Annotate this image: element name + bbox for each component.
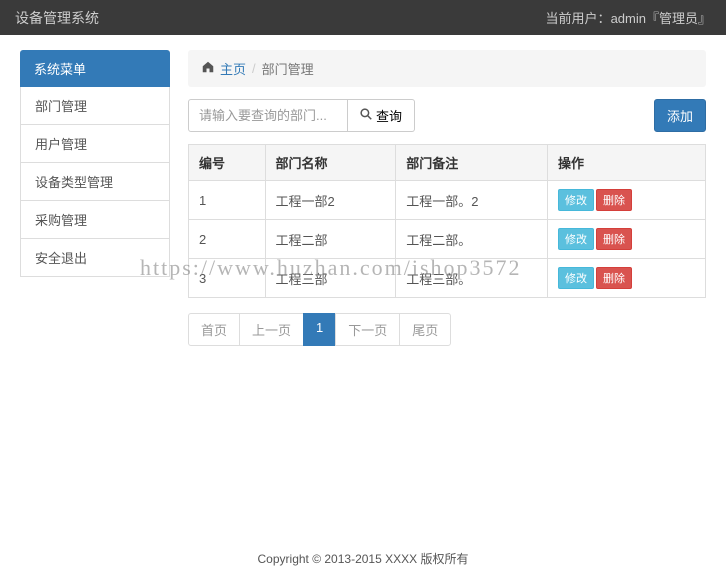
user-name: admin [611, 11, 646, 26]
sidebar-item-logout[interactable]: 安全退出 [20, 239, 170, 277]
home-icon [202, 61, 214, 76]
breadcrumb: 主页 / 部门管理 [188, 50, 706, 87]
edit-button[interactable]: 修改 [558, 189, 594, 211]
sidebar: 系统菜单 部门管理 用户管理 设备类型管理 采购管理 安全退出 [20, 50, 170, 420]
search-icon [360, 108, 372, 123]
toolbar: 查询 添加 [188, 99, 706, 132]
sidebar-header: 系统菜单 [20, 50, 170, 87]
cell-remark: 工程二部。 [396, 220, 548, 259]
user-role: 『管理员』 [646, 11, 711, 26]
sidebar-item-department[interactable]: 部门管理 [20, 87, 170, 125]
cell-id: 1 [189, 181, 266, 220]
sidebar-item-user[interactable]: 用户管理 [20, 125, 170, 163]
main-content: 主页 / 部门管理 查询 添加 编号 部门名称 [188, 50, 706, 420]
breadcrumb-separator: / [252, 61, 256, 76]
table-row: 1工程一部2工程一部。2修改删除 [189, 181, 706, 220]
page-next[interactable]: 下一页 [335, 313, 400, 346]
cell-remark: 工程一部。2 [396, 181, 548, 220]
cell-id: 3 [189, 259, 266, 298]
table-row: 2工程二部工程二部。修改删除 [189, 220, 706, 259]
sidebar-item-devicetype[interactable]: 设备类型管理 [20, 163, 170, 201]
search-input[interactable] [188, 99, 348, 132]
th-id: 编号 [189, 145, 266, 181]
cell-name: 工程二部 [265, 220, 396, 259]
cell-ops: 修改删除 [548, 259, 706, 298]
search-button-label: 查询 [376, 106, 402, 125]
table-row: 3工程三部工程三部。修改删除 [189, 259, 706, 298]
edit-button[interactable]: 修改 [558, 267, 594, 289]
page-1[interactable]: 1 [303, 313, 336, 346]
breadcrumb-home[interactable]: 主页 [220, 59, 246, 78]
current-user: 当前用户：admin『管理员』 [546, 8, 711, 27]
cell-ops: 修改删除 [548, 181, 706, 220]
th-remark: 部门备注 [396, 145, 548, 181]
search-button[interactable]: 查询 [348, 99, 415, 132]
cell-name: 工程三部 [265, 259, 396, 298]
edit-button[interactable]: 修改 [558, 228, 594, 250]
th-op: 操作 [548, 145, 706, 181]
page-first[interactable]: 首页 [188, 313, 240, 346]
user-prefix: 当前用户： [546, 11, 611, 26]
delete-button[interactable]: 删除 [596, 189, 632, 211]
search-group: 查询 [188, 99, 415, 132]
th-name: 部门名称 [265, 145, 396, 181]
sidebar-item-purchase[interactable]: 采购管理 [20, 201, 170, 239]
cell-ops: 修改删除 [548, 220, 706, 259]
cell-id: 2 [189, 220, 266, 259]
data-table: 编号 部门名称 部门备注 操作 1工程一部2工程一部。2修改删除2工程二部工程二… [188, 144, 706, 298]
pagination: 首页 上一页 1 下一页 尾页 [188, 313, 706, 346]
top-navbar: 设备管理系统 当前用户：admin『管理员』 [0, 0, 726, 35]
delete-button[interactable]: 删除 [596, 267, 632, 289]
page-prev[interactable]: 上一页 [239, 313, 304, 346]
breadcrumb-current: 部门管理 [262, 59, 314, 78]
page-last[interactable]: 尾页 [399, 313, 451, 346]
app-brand: 设备管理系统 [15, 8, 99, 28]
add-button[interactable]: 添加 [654, 99, 706, 132]
footer: Copyright © 2013-2015 XXXX 版权所有 [0, 535, 726, 582]
delete-button[interactable]: 删除 [596, 228, 632, 250]
cell-remark: 工程三部。 [396, 259, 548, 298]
cell-name: 工程一部2 [265, 181, 396, 220]
